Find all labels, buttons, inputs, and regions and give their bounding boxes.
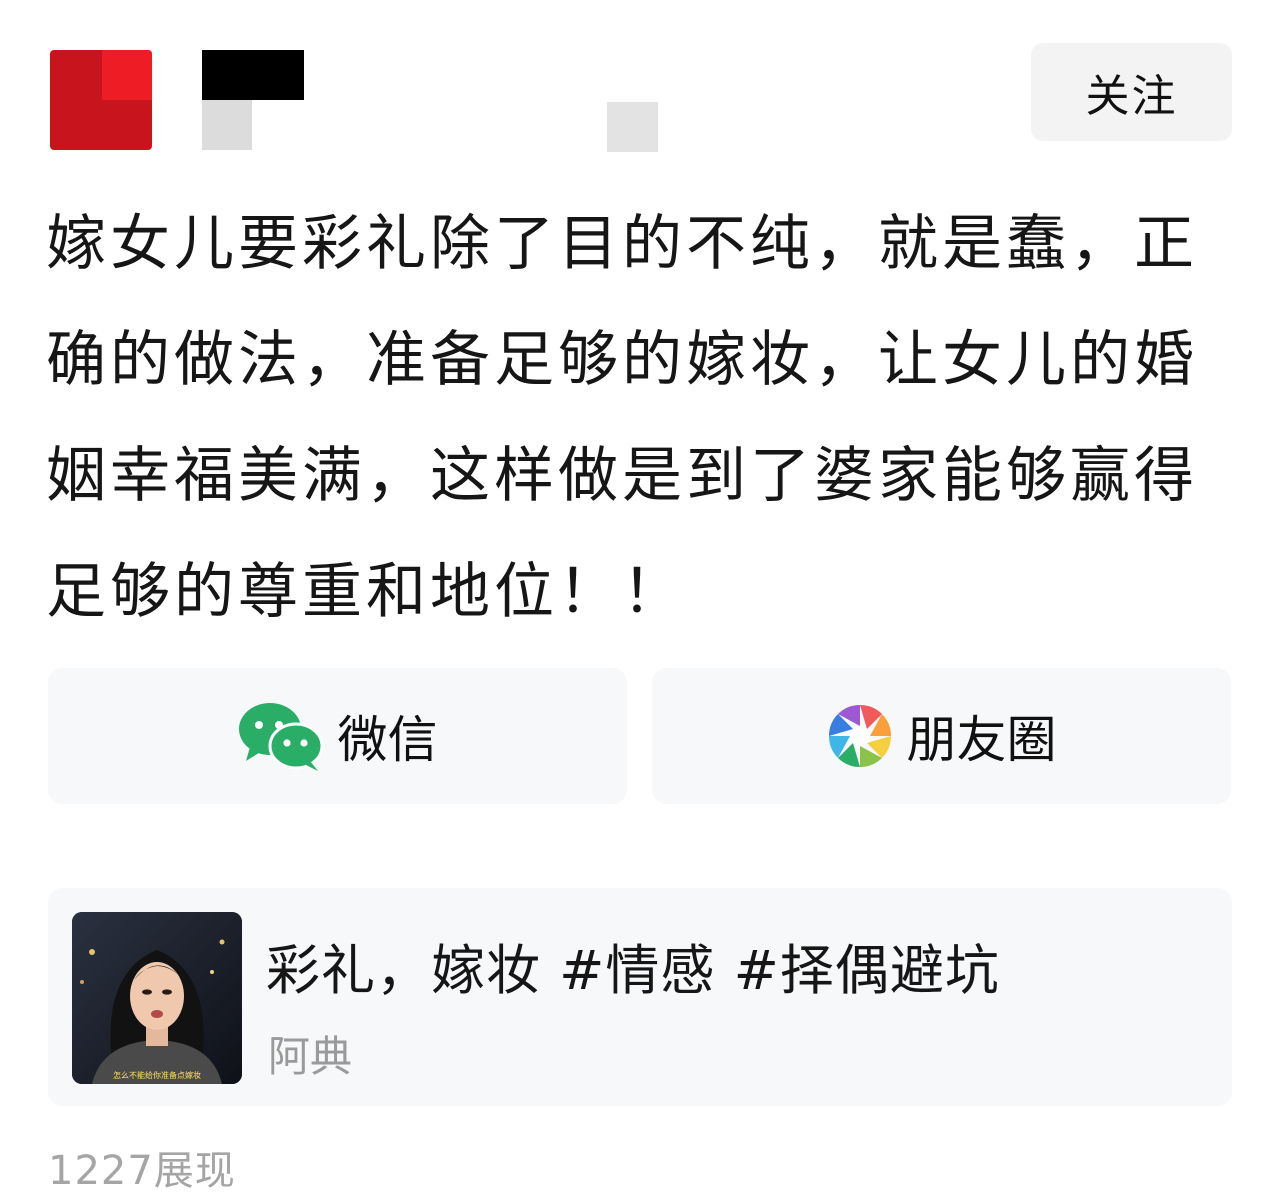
avatar[interactable] xyxy=(50,50,152,150)
redacted-username xyxy=(202,50,304,100)
video-title[interactable]: 彩礼，嫁妆 #情感 #择偶避坑 xyxy=(266,926,1000,1005)
moments-icon xyxy=(828,704,891,768)
avatar-accent xyxy=(102,50,152,100)
share-moments-button[interactable]: 朋友圈 xyxy=(652,668,1231,804)
follow-button[interactable]: 关注 xyxy=(1031,43,1232,141)
redacted-meta-secondary xyxy=(607,102,658,152)
share-wechat-button[interactable]: 微信 xyxy=(48,668,627,804)
video-author[interactable]: 阿典 xyxy=(268,1023,352,1084)
share-moments-label: 朋友圈 xyxy=(906,711,1057,769)
impressions-count: 1227展现 xyxy=(48,1148,236,1194)
wechat-icon xyxy=(238,703,323,771)
video-thumbnail[interactable]: 怎么不能给你准备点嫁妆 xyxy=(72,912,242,1084)
video-thumbnail-subtitle: 怎么不能给你准备点嫁妆 xyxy=(113,1070,201,1080)
redacted-meta xyxy=(202,100,252,150)
video-card[interactable]: 怎么不能给你准备点嫁妆 彩礼，嫁妆 #情感 #择偶避坑 阿典 xyxy=(48,888,1232,1106)
share-wechat-label: 微信 xyxy=(337,711,438,769)
post-text: 嫁女儿要彩礼除了目的不纯，就是蠢，正确的做法，准备足够的嫁妆，让女儿的婚姻幸福美… xyxy=(46,209,1198,627)
video-thumbnail-image: 怎么不能给你准备点嫁妆 xyxy=(72,912,242,1084)
